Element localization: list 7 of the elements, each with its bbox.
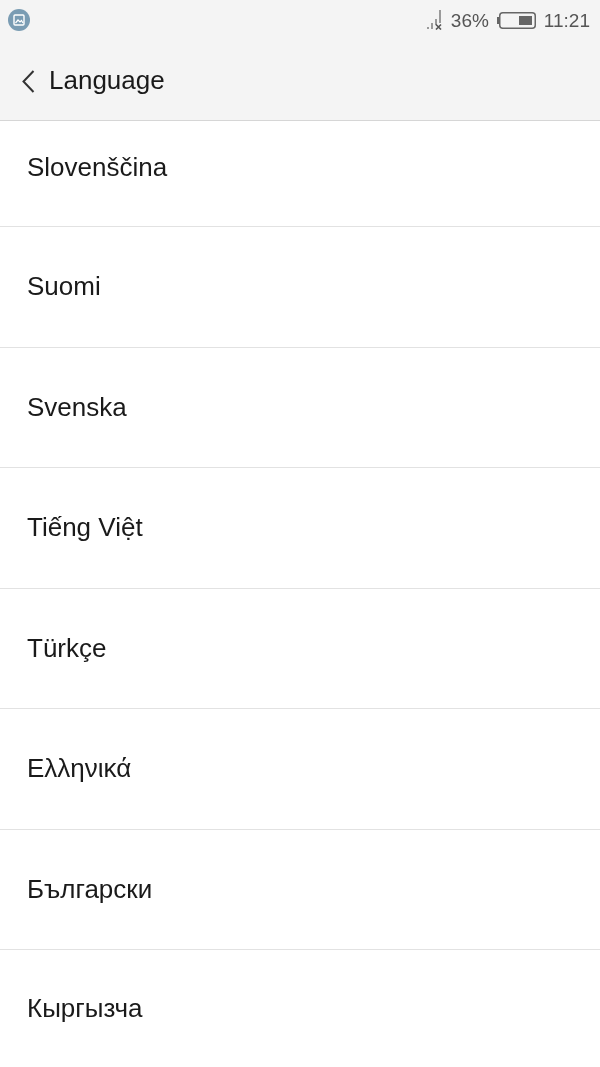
clock-time: 11:21: [543, 10, 590, 30]
signal-icon: [426, 10, 443, 30]
page-title: Language: [49, 65, 165, 97]
notification-icon: [8, 9, 30, 31]
battery-icon: [496, 11, 536, 29]
chevron-left-icon: [22, 69, 35, 93]
battery-percent: 36%: [450, 10, 489, 30]
